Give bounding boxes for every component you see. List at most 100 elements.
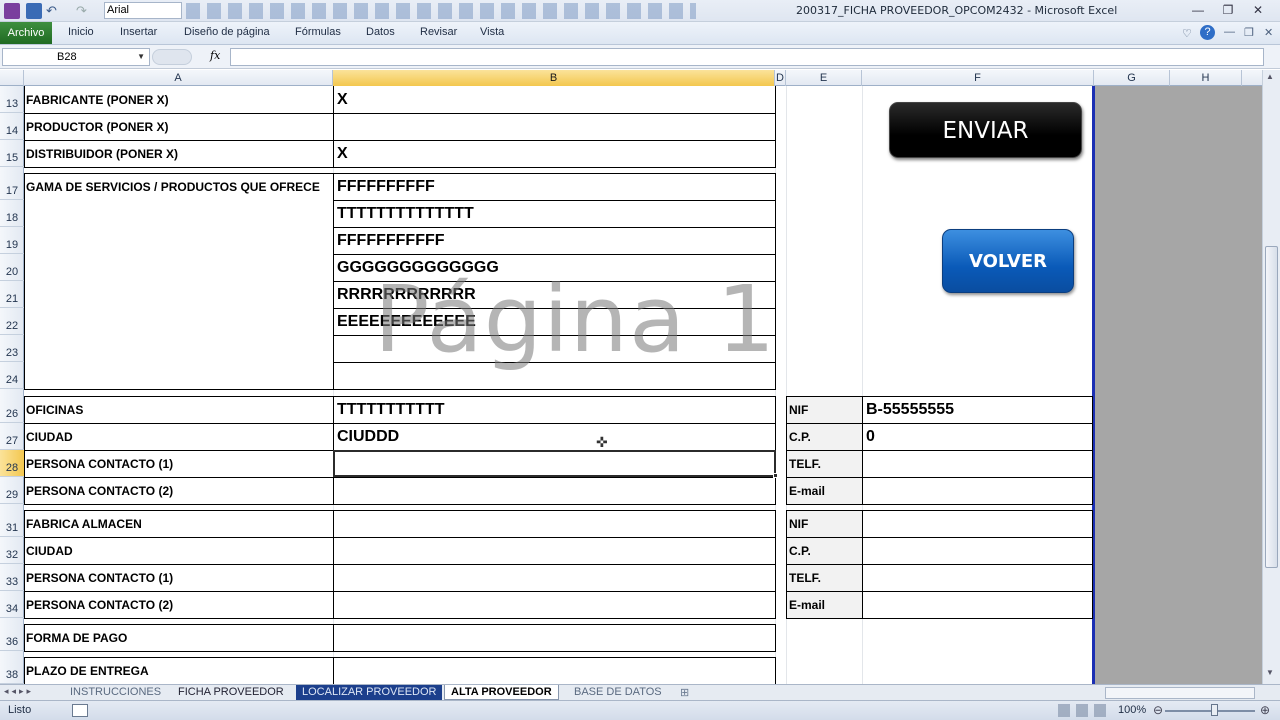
- zoom-in-icon[interactable]: ⊕: [1260, 703, 1270, 717]
- value-cp[interactable]: 0: [866, 428, 875, 446]
- fill-handle[interactable]: [773, 473, 778, 478]
- page-watermark: Página 1: [374, 266, 777, 373]
- outside-print-area: [1094, 86, 1262, 684]
- quick-access-toolbar-icons[interactable]: [186, 3, 696, 19]
- workbook-restore-icon[interactable]: ❐: [1244, 26, 1254, 39]
- row-header-selected[interactable]: 28: [0, 450, 24, 477]
- vertical-scrollbar[interactable]: ▲ ▼: [1262, 70, 1280, 684]
- select-all-corner[interactable]: [0, 70, 24, 86]
- row-header[interactable]: 15: [0, 140, 24, 167]
- label-contacto-fabrica-2: PERSONA CONTACTO (2): [26, 598, 174, 612]
- row-header[interactable]: 33: [0, 564, 24, 591]
- restore-button[interactable]: ❐: [1215, 2, 1241, 19]
- sheet-tab-ficha-proveedor[interactable]: FICHA PROVEEDOR: [172, 685, 290, 700]
- enviar-button[interactable]: ENVIAR: [889, 102, 1082, 158]
- row-header[interactable]: 26: [0, 396, 24, 423]
- label-contacto-2: PERSONA CONTACTO (2): [26, 484, 174, 498]
- row-header[interactable]: 21: [0, 281, 24, 308]
- scroll-up-icon[interactable]: ▲: [1266, 72, 1274, 81]
- macro-record-icon[interactable]: [72, 704, 88, 717]
- name-box[interactable]: B28 ▼: [2, 48, 150, 66]
- zoom-out-icon[interactable]: ⊖: [1153, 703, 1163, 717]
- row-header[interactable]: 27: [0, 423, 24, 450]
- view-buttons[interactable]: [1058, 704, 1110, 717]
- horizontal-scrollbar[interactable]: [1105, 687, 1255, 699]
- workbook-minimize-icon[interactable]: —: [1224, 26, 1235, 38]
- label-forma-pago: FORMA DE PAGO: [26, 631, 128, 645]
- tab-formulas[interactable]: Fórmulas: [295, 26, 341, 38]
- value-gama-1[interactable]: FFFFFFFFFF: [337, 178, 435, 196]
- row-header[interactable]: 31: [0, 510, 24, 537]
- row-header[interactable]: 19: [0, 227, 24, 254]
- column-header-g[interactable]: G: [1094, 70, 1170, 86]
- value-gama-3[interactable]: FFFFFFFFFFF: [337, 232, 445, 250]
- font-name-box[interactable]: Arial: [104, 2, 182, 19]
- row-header[interactable]: 13: [0, 86, 24, 113]
- redo-icon[interactable]: ↷: [76, 3, 92, 19]
- column-header-d[interactable]: D: [775, 70, 786, 86]
- column-header-h[interactable]: H: [1170, 70, 1242, 86]
- label-nif: NIF: [789, 403, 809, 417]
- minimize-button[interactable]: —: [1185, 2, 1211, 19]
- label-email: E-mail: [789, 484, 826, 498]
- row-header[interactable]: 14: [0, 113, 24, 140]
- column-header-f[interactable]: F: [862, 70, 1094, 86]
- row-header[interactable]: 34: [0, 591, 24, 618]
- zoom-slider[interactable]: [1165, 710, 1255, 712]
- value-nif[interactable]: B-55555555: [866, 401, 954, 419]
- column-header-a[interactable]: A: [24, 70, 333, 86]
- insert-function-icon[interactable]: fx: [210, 49, 220, 62]
- value-gama-2[interactable]: TTTTTTTTTTTTTT: [337, 205, 474, 223]
- zoom-slider-thumb[interactable]: [1211, 704, 1218, 716]
- row-header[interactable]: 17: [0, 173, 24, 200]
- label-ciudad: CIUDAD: [26, 430, 73, 444]
- row-header[interactable]: 36: [0, 624, 24, 651]
- tab-datos[interactable]: Datos: [366, 26, 395, 38]
- help-icon[interactable]: ?: [1200, 25, 1215, 40]
- tab-revisar[interactable]: Revisar: [420, 26, 457, 38]
- workbook-close-icon[interactable]: ✕: [1264, 26, 1273, 39]
- tab-insertar[interactable]: Insertar: [120, 26, 157, 38]
- label-contacto-1: PERSONA CONTACTO (1): [26, 457, 174, 471]
- formula-input[interactable]: [230, 48, 1264, 66]
- value-fabricante[interactable]: X: [337, 91, 348, 109]
- insert-sheet-icon[interactable]: ⊞: [680, 686, 689, 699]
- row-header[interactable]: 23: [0, 335, 24, 362]
- undo-icon[interactable]: ↶: [46, 3, 62, 19]
- column-header-e[interactable]: E: [786, 70, 862, 86]
- sheet-nav-arrows-icon[interactable]: ◂◂▸▸: [4, 686, 34, 697]
- tab-diseno-pagina[interactable]: Diseño de página: [184, 26, 270, 38]
- row-header[interactable]: 20: [0, 254, 24, 281]
- tab-archivo[interactable]: Archivo: [0, 22, 52, 44]
- tab-vista[interactable]: Vista: [480, 26, 504, 38]
- row-header[interactable]: 29: [0, 477, 24, 504]
- tab-inicio[interactable]: Inicio: [68, 26, 94, 38]
- ribbon-minimize-icon[interactable]: ♡: [1182, 27, 1192, 40]
- row-header[interactable]: 22: [0, 308, 24, 335]
- save-icon[interactable]: [26, 3, 42, 19]
- vertical-scroll-thumb[interactable]: [1265, 246, 1278, 568]
- sheet-tab-instrucciones[interactable]: INSTRUCCIONES: [64, 685, 167, 700]
- label-distribuidor: DISTRIBUIDOR (PONER X): [26, 147, 179, 161]
- value-oficinas[interactable]: TTTTTTTTTTT: [337, 401, 445, 419]
- sheet-tab-base-datos[interactable]: BASE DE DATOS: [568, 685, 668, 700]
- label-plazo-entrega: PLAZO DE ENTREGA: [26, 664, 149, 678]
- sheet-tab-alta-proveedor[interactable]: ALTA PROVEEDOR: [444, 685, 559, 700]
- row-header[interactable]: 38: [0, 657, 24, 684]
- column-header-b[interactable]: B: [333, 70, 775, 86]
- worksheet-grid[interactable]: FABRICANTE (PONER X) PRODUCTOR (PONER X)…: [24, 86, 1262, 684]
- value-distribuidor[interactable]: X: [337, 145, 348, 163]
- row-header[interactable]: 18: [0, 200, 24, 227]
- sheet-tab-localizar-proveedor[interactable]: LOCALIZAR PROVEEDOR: [296, 685, 443, 700]
- row-header[interactable]: 24: [0, 362, 24, 389]
- volver-button[interactable]: VOLVER: [942, 229, 1074, 293]
- value-ciudad[interactable]: CIUDDD: [337, 428, 399, 446]
- chevron-down-icon[interactable]: ▼: [137, 49, 145, 65]
- formula-bar-separator: [152, 49, 192, 65]
- label-cp: C.P.: [789, 430, 811, 444]
- close-button[interactable]: ✕: [1245, 2, 1271, 19]
- row-header[interactable]: 32: [0, 537, 24, 564]
- scroll-down-icon[interactable]: ▼: [1266, 668, 1274, 677]
- active-cell-b28[interactable]: [333, 450, 776, 477]
- zoom-level[interactable]: 100%: [1118, 704, 1146, 716]
